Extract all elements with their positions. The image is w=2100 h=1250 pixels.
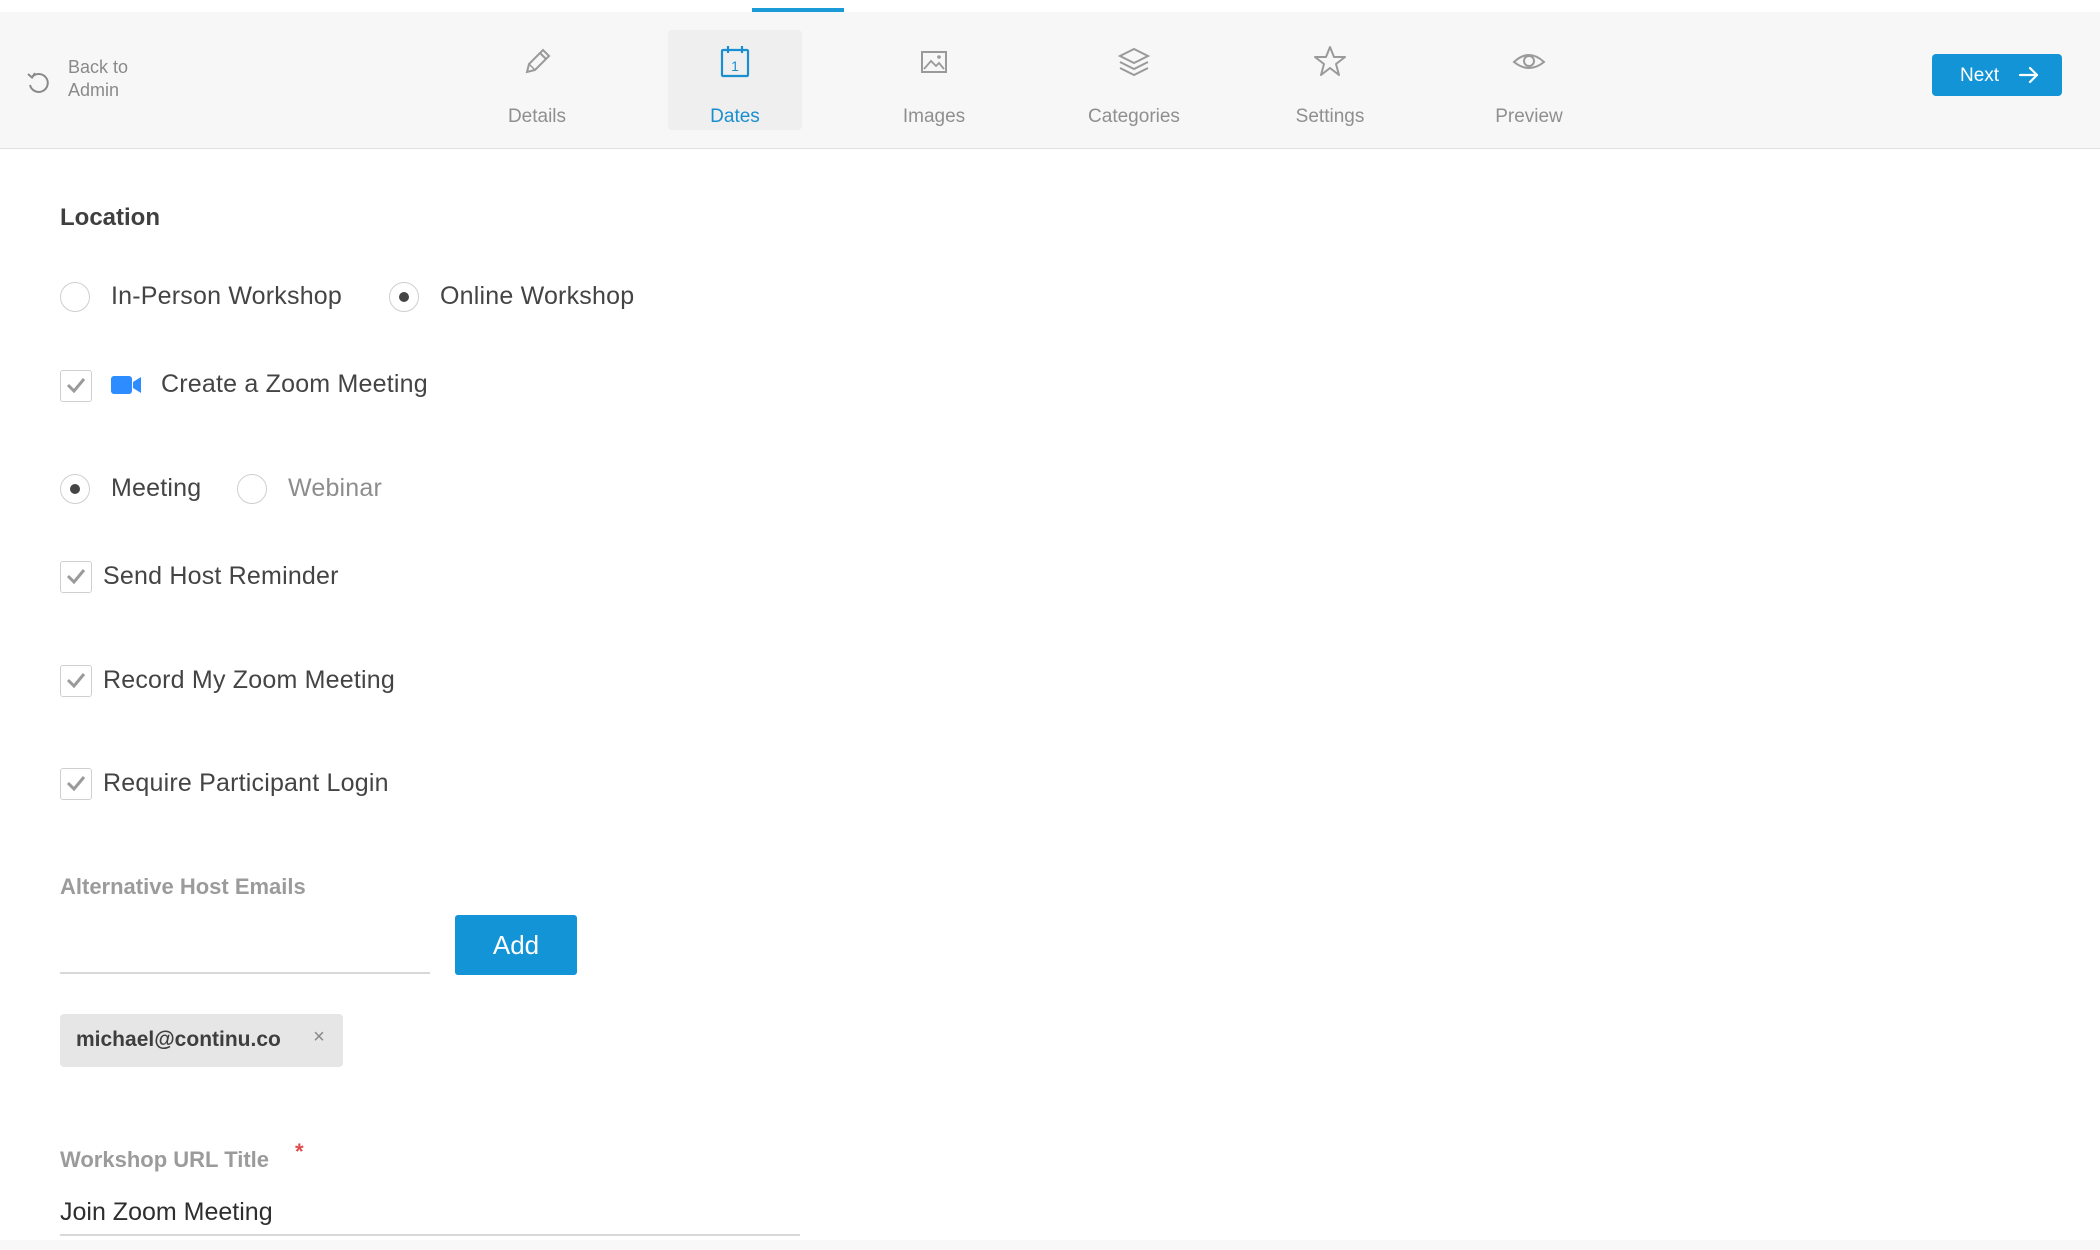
radio-online-label: Online Workshop: [440, 282, 635, 310]
send-host-reminder-label: Send Host Reminder: [103, 562, 339, 590]
checkmark-icon: [66, 378, 86, 393]
next-button-label: Next: [1960, 65, 2000, 86]
radio-webinar-label: Webinar: [288, 474, 383, 502]
star-icon: [1314, 46, 1346, 76]
close-icon[interactable]: ×: [308, 1026, 330, 1048]
bottom-edge: [0, 1240, 2100, 1250]
alt-host-emails-label: Alternative Host Emails: [60, 874, 306, 899]
checkbox-create-zoom[interactable]: [60, 370, 92, 402]
tab-settings[interactable]: Settings: [1263, 30, 1397, 130]
arrow-right-icon: [2018, 66, 2039, 84]
create-zoom-label: Create a Zoom Meeting: [161, 370, 428, 398]
tab-dates-label: Dates: [710, 106, 760, 127]
record-meeting-label: Record My Zoom Meeting: [103, 666, 395, 694]
radio-meeting-label: Meeting: [111, 474, 202, 502]
tab-settings-label: Settings: [1295, 106, 1365, 127]
checkmark-icon: [66, 569, 86, 584]
radio-online-workshop[interactable]: [389, 282, 419, 312]
radio-in-person-label: In-Person Workshop: [111, 282, 343, 310]
workshop-url-title-input[interactable]: [60, 1190, 800, 1236]
pencil-icon: [525, 48, 551, 74]
tab-details-label: Details: [507, 106, 567, 127]
undo-icon: [27, 72, 49, 93]
checkbox-record-meeting[interactable]: [60, 665, 92, 697]
workshop-url-title-text: Workshop URL Title: [60, 1147, 270, 1172]
tab-preview-label: Preview: [1495, 106, 1563, 127]
back-to-admin-label: Back to Admin: [68, 57, 129, 100]
add-email-button[interactable]: Add: [455, 915, 577, 975]
email-chip-text: michael@continu.co: [76, 1028, 281, 1051]
require-login-label: Require Participant Login: [103, 769, 389, 797]
image-icon: [921, 51, 947, 73]
radio-webinar[interactable]: [237, 474, 267, 504]
radio-in-person-workshop[interactable]: [60, 282, 90, 312]
checkbox-require-login[interactable]: [60, 768, 92, 800]
zoom-video-icon: [111, 376, 141, 394]
section-title-location: Location: [60, 204, 160, 231]
required-marker: *: [295, 1139, 304, 1164]
radio-meeting[interactable]: [60, 474, 90, 504]
editor-header: Back to Admin Details 1 Dates Images Cat…: [0, 12, 2100, 149]
checkmark-icon: [66, 776, 86, 791]
next-button[interactable]: Next: [1932, 54, 2062, 96]
workshop-url-title-label: Workshop URL Title *: [60, 1139, 304, 1173]
tab-dates[interactable]: 1 Dates: [668, 30, 802, 130]
layers-icon: [1117, 47, 1151, 77]
checkbox-send-host-reminder[interactable]: [60, 561, 92, 593]
tab-images[interactable]: Images: [867, 30, 1001, 130]
tab-categories[interactable]: Categories: [1067, 30, 1201, 130]
tab-preview[interactable]: Preview: [1462, 30, 1596, 130]
tab-details[interactable]: Details: [470, 30, 604, 130]
calendar-icon: 1: [720, 46, 750, 78]
email-chip: michael@continu.co ×: [60, 1014, 343, 1067]
back-to-admin-button[interactable]: Back to Admin: [24, 56, 164, 106]
checkmark-icon: [66, 673, 86, 688]
tab-images-label: Images: [902, 106, 966, 127]
tab-categories-label: Categories: [1088, 106, 1180, 127]
alt-host-email-input[interactable]: [60, 922, 430, 974]
eye-icon: [1512, 54, 1546, 69]
svg-text:1: 1: [731, 58, 739, 74]
